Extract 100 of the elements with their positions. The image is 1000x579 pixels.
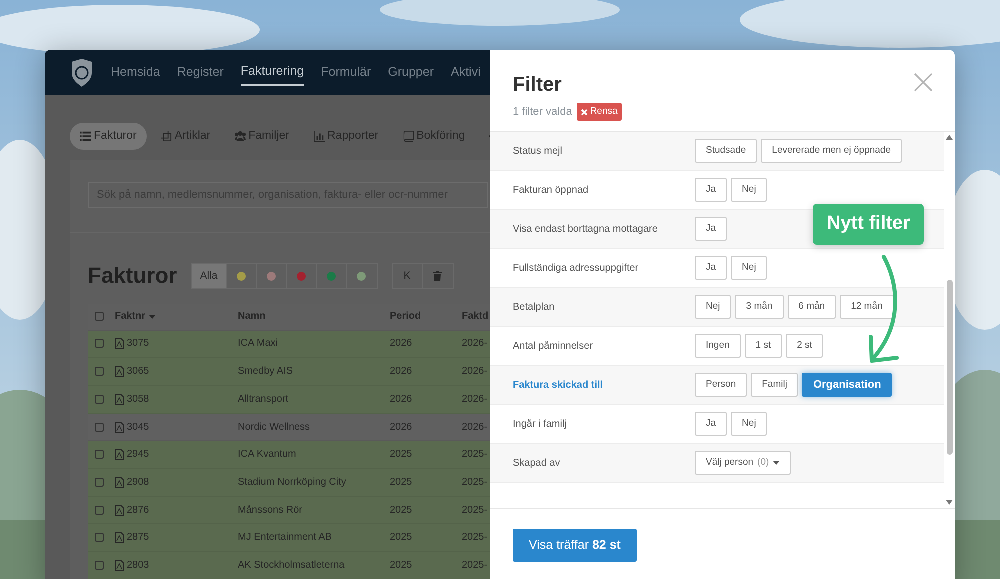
- row-checkbox[interactable]: [95, 478, 104, 487]
- table-cell: 2026: [390, 422, 412, 433]
- nav-link[interactable]: Register: [177, 60, 224, 85]
- row-checkbox[interactable]: [95, 367, 104, 376]
- table-row[interactable]: 2875 MJ Entertainment AB 2025 2025-: [88, 524, 490, 552]
- table-cell: 2025-: [462, 532, 488, 544]
- row-checkbox[interactable]: [95, 560, 104, 570]
- table-row[interactable]: 2876 Månssons Rör 2025 2025-: [88, 496, 490, 524]
- option-button[interactable]: 6 mån: [788, 295, 836, 319]
- table-cell: AK Stockholmsatleterna: [238, 560, 345, 571]
- option-button[interactable]: Nej: [731, 412, 768, 436]
- sort-caret-icon: [148, 314, 156, 318]
- chart-icon: [314, 131, 324, 142]
- row-checkbox[interactable]: [95, 339, 104, 348]
- status-filter-button[interactable]: Alla: [192, 264, 227, 288]
- option-button[interactable]: Nej: [695, 295, 732, 319]
- table-row[interactable]: 3065 Smedby AIS 2026 2026-: [88, 358, 490, 386]
- close-icon: [581, 108, 588, 116]
- invoice-number: 2945: [127, 448, 150, 462]
- option-button[interactable]: Ja: [695, 217, 728, 241]
- filter-label: Skapad av: [513, 456, 562, 470]
- filter-label: Betalplan: [513, 300, 556, 314]
- invoice-number: 3058: [127, 392, 150, 407]
- table-cell: 2026-: [462, 366, 488, 378]
- table-cell: Alltransport: [238, 394, 289, 405]
- table-row[interactable]: 3058 Alltransport 2026 2026-: [88, 386, 490, 414]
- page-title: Fakturor: [88, 263, 178, 290]
- pdf-icon[interactable]: [115, 394, 124, 405]
- book-icon: [402, 131, 414, 142]
- nav-link[interactable]: Hemsida: [111, 60, 160, 85]
- scroll-up-icon[interactable]: [946, 135, 953, 140]
- shield-logo[interactable]: [70, 58, 94, 86]
- table-cell: 2025-: [462, 476, 488, 488]
- pdf-icon[interactable]: [115, 366, 124, 378]
- table-cell: 2025: [390, 560, 412, 571]
- option-button[interactable]: Familj: [751, 373, 798, 397]
- column-header[interactable]: Period: [390, 311, 422, 322]
- table-row[interactable]: 2945 ICA Kvantum 2025 2025-: [88, 441, 490, 470]
- row-checkbox[interactable]: [95, 450, 104, 460]
- invoice-number: 2875: [127, 531, 150, 546]
- table-row[interactable]: 3075 ICA Maxi 2026 2026-: [88, 330, 490, 358]
- table-cell: Stadium Norrköping City: [238, 476, 346, 488]
- filter-label: Fakturan öppnad: [513, 184, 590, 198]
- select-all-checkbox[interactable]: [95, 312, 104, 322]
- option-button[interactable]: Organisation: [802, 373, 892, 397]
- table-row[interactable]: 2803 AK Stockholmsatleterna 2025 2025-: [88, 552, 490, 579]
- scrollbar-thumb[interactable]: [946, 280, 952, 455]
- option-button[interactable]: Ja: [695, 256, 728, 280]
- option-button[interactable]: 1 st: [744, 334, 782, 358]
- pdf-icon[interactable]: [115, 504, 124, 516]
- row-checkbox[interactable]: [95, 506, 104, 515]
- table-cell: 2025: [390, 532, 412, 544]
- table-cell: MJ Entertainment AB: [238, 532, 332, 544]
- column-header[interactable]: Faktd: [462, 311, 489, 322]
- option-button[interactable]: Nej: [731, 256, 768, 280]
- nav-link[interactable]: Aktivi: [450, 60, 481, 85]
- option-button[interactable]: Studsade: [695, 139, 758, 163]
- table-cell: 2025-: [462, 504, 488, 516]
- table-cell: 2025-: [462, 449, 488, 460]
- column-header[interactable]: Faktnr: [115, 309, 156, 324]
- invoice-number: 3045: [127, 420, 150, 435]
- column-header[interactable]: Namn: [238, 311, 266, 322]
- option-button[interactable]: 3 mån: [735, 295, 784, 319]
- pdf-icon[interactable]: [115, 476, 124, 488]
- clear-button[interactable]: Rensa: [577, 103, 622, 122]
- option-button[interactable]: 2 st: [786, 334, 824, 358]
- filter-label: Visa endast borttagna mottagare: [513, 222, 659, 236]
- pdf-icon[interactable]: [115, 338, 124, 350]
- row-checkbox[interactable]: [95, 533, 104, 542]
- caret-icon: [773, 461, 780, 465]
- table-row[interactable]: 3045 Nordic Wellness 2026 2026-: [88, 414, 490, 442]
- option-button[interactable]: 12 mån: [840, 295, 894, 319]
- option-button[interactable]: Ja: [695, 178, 728, 202]
- table-cell: 2026-: [462, 422, 488, 433]
- option-button[interactable]: Ja: [695, 412, 728, 436]
- trash-icon: [433, 271, 442, 282]
- table-row[interactable]: 2908 Stadium Norrköping City 2025 2025-: [88, 469, 490, 497]
- nav-link[interactable]: Grupper: [388, 60, 434, 85]
- panel-title: Filter: [513, 74, 562, 96]
- person-dropdown[interactable]: Välj person (0): [695, 451, 792, 475]
- option-button[interactable]: Levererade men ej öppnade: [761, 139, 902, 163]
- nav-link[interactable]: Fakturering: [240, 59, 304, 86]
- pdf-icon[interactable]: [115, 449, 124, 460]
- list-icon: [80, 131, 91, 142]
- option-button[interactable]: Person: [695, 373, 748, 397]
- nav-tab[interactable]: Fakturor: [70, 123, 147, 150]
- pdf-icon[interactable]: [115, 532, 124, 544]
- nav-link[interactable]: Formulär: [321, 60, 372, 85]
- option-button[interactable]: Ingen: [695, 334, 741, 358]
- table-cell: 2026: [390, 366, 412, 378]
- show-results-button[interactable]: Visa träffar 82 st: [513, 529, 637, 562]
- pdf-icon[interactable]: [115, 422, 124, 433]
- filter-label: Status mejl: [513, 144, 564, 158]
- table-cell: Månssons Rör: [238, 504, 302, 516]
- close-icon[interactable]: [914, 73, 933, 92]
- scroll-down-icon[interactable]: [946, 500, 953, 505]
- row-checkbox[interactable]: [95, 394, 104, 404]
- option-button[interactable]: Nej: [731, 178, 768, 202]
- pdf-icon[interactable]: [115, 560, 124, 571]
- row-checkbox[interactable]: [95, 422, 104, 432]
